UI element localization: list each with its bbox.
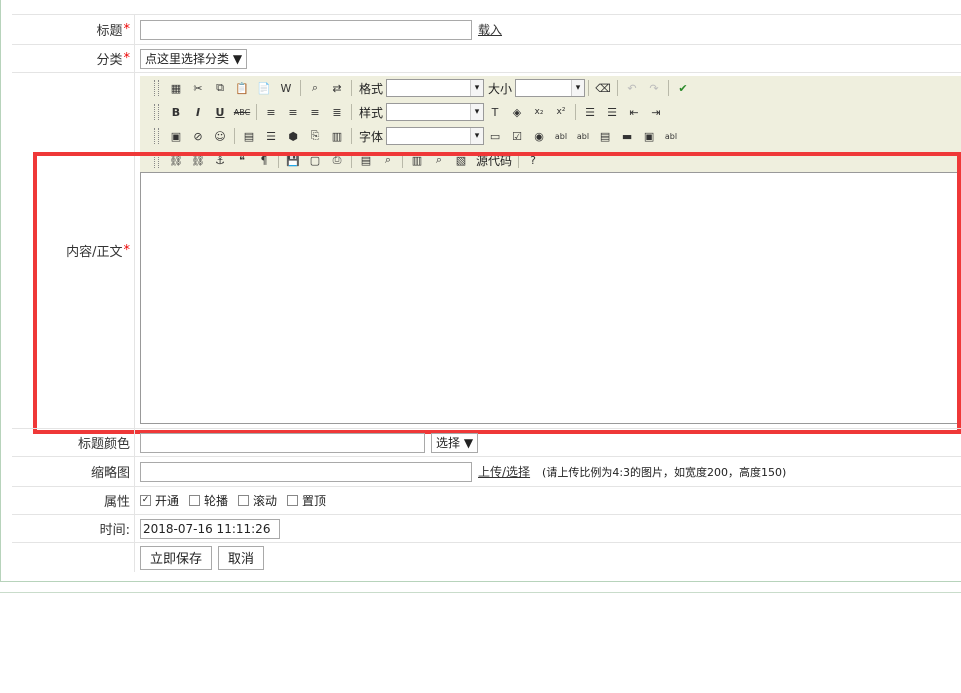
upload-select-link[interactable]: 上传/选择	[478, 463, 530, 480]
special-char-icon[interactable]: ⬢	[285, 128, 301, 144]
cut-icon[interactable]: ✂	[190, 80, 206, 96]
unordered-list-icon[interactable]: ☰	[604, 104, 620, 120]
title-color-input[interactable]	[140, 432, 425, 453]
size-label: 大小	[488, 81, 513, 96]
checkbox-icon[interactable]: ☑	[509, 128, 525, 144]
align-left-icon[interactable]: ≡	[263, 104, 279, 120]
category-label: 分类 *	[12, 45, 135, 72]
image-button-icon[interactable]: ▣	[641, 128, 657, 144]
italic-icon[interactable]: I	[190, 104, 206, 120]
format-select[interactable]	[386, 79, 485, 97]
superscript-icon[interactable]: x²	[553, 104, 569, 120]
horizontal-rule-icon[interactable]: ☰	[263, 128, 279, 144]
thumbnail-input[interactable]	[140, 461, 472, 482]
form-icon[interactable]: ▭	[487, 128, 503, 144]
style-select[interactable]	[386, 103, 485, 121]
replace-icon[interactable]: ⇄	[329, 80, 345, 96]
title-color-label: 标题颜色	[12, 429, 135, 456]
text-color-icon[interactable]: T	[487, 104, 503, 120]
font-label: 字体	[359, 129, 384, 144]
bold-icon[interactable]: B	[168, 104, 184, 120]
table-icon[interactable]: ▦	[168, 80, 184, 96]
underline-icon[interactable]: U	[212, 104, 228, 120]
textarea-icon[interactable]: abl	[575, 128, 591, 144]
attr-scroll-checkbox[interactable]: 滚动	[238, 492, 277, 509]
justify-icon[interactable]: ≣	[329, 104, 345, 120]
thumbnail-hint: (请上传比例为4:3的图片，如宽度200，高度150)	[542, 465, 787, 479]
image-icon[interactable]: ▣	[168, 128, 184, 144]
title-label: 标题 *	[12, 15, 135, 44]
title-input[interactable]	[140, 19, 472, 40]
outdent-icon[interactable]: ⇤	[626, 104, 642, 120]
select-field-icon[interactable]: ▤	[597, 128, 613, 144]
spellcheck-icon[interactable]: ✔	[675, 80, 691, 96]
attr-carousel-checkbox[interactable]: 轮播	[189, 492, 228, 509]
row-attributes: 属性 ✓ 开通 轮播 滚动 置顶	[12, 486, 961, 514]
highlight-box	[33, 152, 961, 434]
editor-toolbar-1: ▦ ✂ ⧉ 📋 📄 W ⌕ ⇄ 格式 大小 ⌫ ↶ ↷ ✔	[140, 76, 961, 100]
template-icon[interactable]: ▥	[329, 128, 345, 144]
paste-text-icon[interactable]: 📄	[256, 80, 272, 96]
align-center-icon[interactable]: ≡	[285, 104, 301, 120]
row-time: 时间: 2018-07-16 11:11:26	[12, 514, 961, 542]
radio-icon[interactable]: ◉	[531, 128, 547, 144]
indent-icon[interactable]: ⇥	[648, 104, 664, 120]
time-label: 时间:	[12, 515, 135, 542]
paste-word-icon[interactable]: W	[278, 80, 294, 96]
format-label: 格式	[359, 81, 384, 96]
redo-icon[interactable]: ↷	[646, 80, 662, 96]
attr-top-checkbox[interactable]: 置顶	[287, 492, 326, 509]
color-select-button[interactable]: 选择 ▼	[431, 432, 479, 453]
save-button[interactable]: 立即保存	[140, 545, 213, 570]
editor-toolbar-3: ▣ ⊘ ☺ ▤ ☰ ⬢ ⎘ ▥ 字体 ▭ ☑ ◉ abl abl ▤ ▬ ▣ a…	[140, 124, 961, 148]
find-icon[interactable]: ⌕	[307, 80, 323, 96]
editor-toolbar-2: B I U ABC ≡ ≡ ≡ ≣ 样式 T ◈ x₂ x² ☰ ☰ ⇤ ⇥	[140, 100, 961, 124]
ordered-list-icon[interactable]: ☰	[582, 104, 598, 120]
row-title-color: 标题颜色 选择 ▼	[12, 428, 961, 456]
pagebreak-icon[interactable]: ⎘	[307, 128, 323, 144]
font-select[interactable]	[386, 127, 485, 145]
undo-icon[interactable]: ↶	[624, 80, 640, 96]
row-category: 分类 * 点这里选择分类 ▼	[12, 44, 961, 72]
cancel-button[interactable]: 取消	[218, 545, 265, 570]
page-separator	[0, 592, 961, 593]
category-select[interactable]: 点这里选择分类 ▼	[140, 48, 248, 69]
textfield-icon[interactable]: abl	[553, 128, 569, 144]
checkmark-icon: ✓	[140, 495, 151, 506]
attr-open-checkbox[interactable]: ✓ 开通	[140, 492, 179, 509]
row-title: 标题 * 载入	[12, 14, 961, 44]
attributes-label: 属性	[12, 487, 135, 514]
eraser-icon[interactable]: ⌫	[595, 80, 611, 96]
style-label: 样式	[359, 105, 384, 120]
smiley-icon[interactable]: ☺	[212, 128, 228, 144]
subscript-icon[interactable]: x₂	[531, 104, 547, 120]
flash-icon[interactable]: ⊘	[190, 128, 206, 144]
load-link[interactable]: 载入	[478, 21, 502, 38]
size-select[interactable]	[515, 79, 586, 97]
button-field-icon[interactable]: ▬	[619, 128, 635, 144]
row-actions: 立即保存 取消	[12, 542, 961, 572]
thumbnail-label: 缩略图	[12, 457, 135, 486]
bg-color-icon[interactable]: ◈	[509, 104, 525, 120]
row-thumbnail: 缩略图 上传/选择 (请上传比例为4:3的图片，如宽度200，高度150)	[12, 456, 961, 486]
paste-icon[interactable]: 📋	[234, 80, 250, 96]
hidden-field-icon[interactable]: abl	[663, 128, 679, 144]
insert-table-icon[interactable]: ▤	[241, 128, 257, 144]
copy-icon[interactable]: ⧉	[212, 80, 228, 96]
time-input[interactable]: 2018-07-16 11:11:26	[140, 518, 280, 539]
align-right-icon[interactable]: ≡	[307, 104, 323, 120]
strikethrough-icon[interactable]: ABC	[234, 104, 250, 120]
